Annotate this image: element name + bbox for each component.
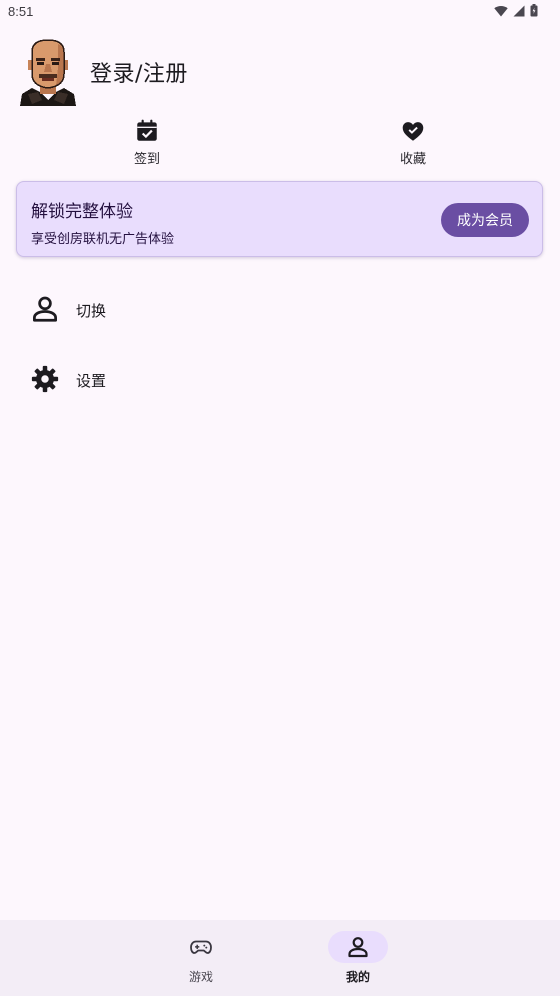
- nav-tab-games-indicator: [171, 931, 231, 963]
- nav-tab-games[interactable]: 游戏: [169, 931, 233, 985]
- become-member-button[interactable]: 成为会员: [441, 203, 529, 237]
- menu-item-settings[interactable]: 设置: [0, 349, 560, 409]
- membership-card: 解锁完整体验 享受创房联机无广告体验 成为会员: [16, 181, 543, 257]
- bottom-navigation: 游戏 我的: [0, 920, 560, 996]
- wifi-icon: [494, 5, 508, 16]
- checkin-button[interactable]: 签到: [97, 118, 197, 167]
- profile-header: 登录/注册: [18, 38, 188, 106]
- menu-item-switch-label: 切换: [76, 302, 107, 320]
- nav-tab-mine[interactable]: 我的: [326, 931, 390, 985]
- favorites-label: 收藏: [399, 152, 426, 167]
- menu-item-settings-label: 设置: [76, 372, 107, 390]
- favorites-button[interactable]: 收藏: [363, 118, 463, 167]
- profile-screen: 8:51 登录/注册 签到 收藏 解锁完整体验 享受创房联机无广告体验 成为会员…: [0, 0, 560, 996]
- gamepad-icon: [190, 940, 212, 954]
- login-register-link[interactable]: 登录/注册: [90, 56, 188, 88]
- membership-subtitle: 享受创房联机无广告体验: [31, 232, 175, 247]
- nav-tab-mine-label: 我的: [345, 970, 370, 984]
- avatar[interactable]: [18, 38, 78, 106]
- battery-icon: [530, 4, 538, 17]
- membership-title: 解锁完整体验: [31, 202, 133, 222]
- calendar-check-icon: [137, 119, 157, 141]
- menu-item-switch[interactable]: 切换: [0, 279, 560, 339]
- gear-icon: [31, 365, 59, 393]
- heart-check-icon: [402, 122, 424, 141]
- nav-tab-mine-indicator: [328, 931, 388, 963]
- cell-signal-icon: [513, 5, 525, 16]
- status-icons: [494, 4, 538, 17]
- nav-tab-games-label: 游戏: [188, 970, 213, 984]
- person-icon: [33, 296, 57, 322]
- status-bar: 8:51: [0, 0, 560, 24]
- quick-actions: 签到 收藏: [0, 118, 560, 170]
- status-time: 8:51: [8, 4, 34, 19]
- person-icon: [348, 937, 368, 958]
- checkin-label: 签到: [133, 152, 160, 167]
